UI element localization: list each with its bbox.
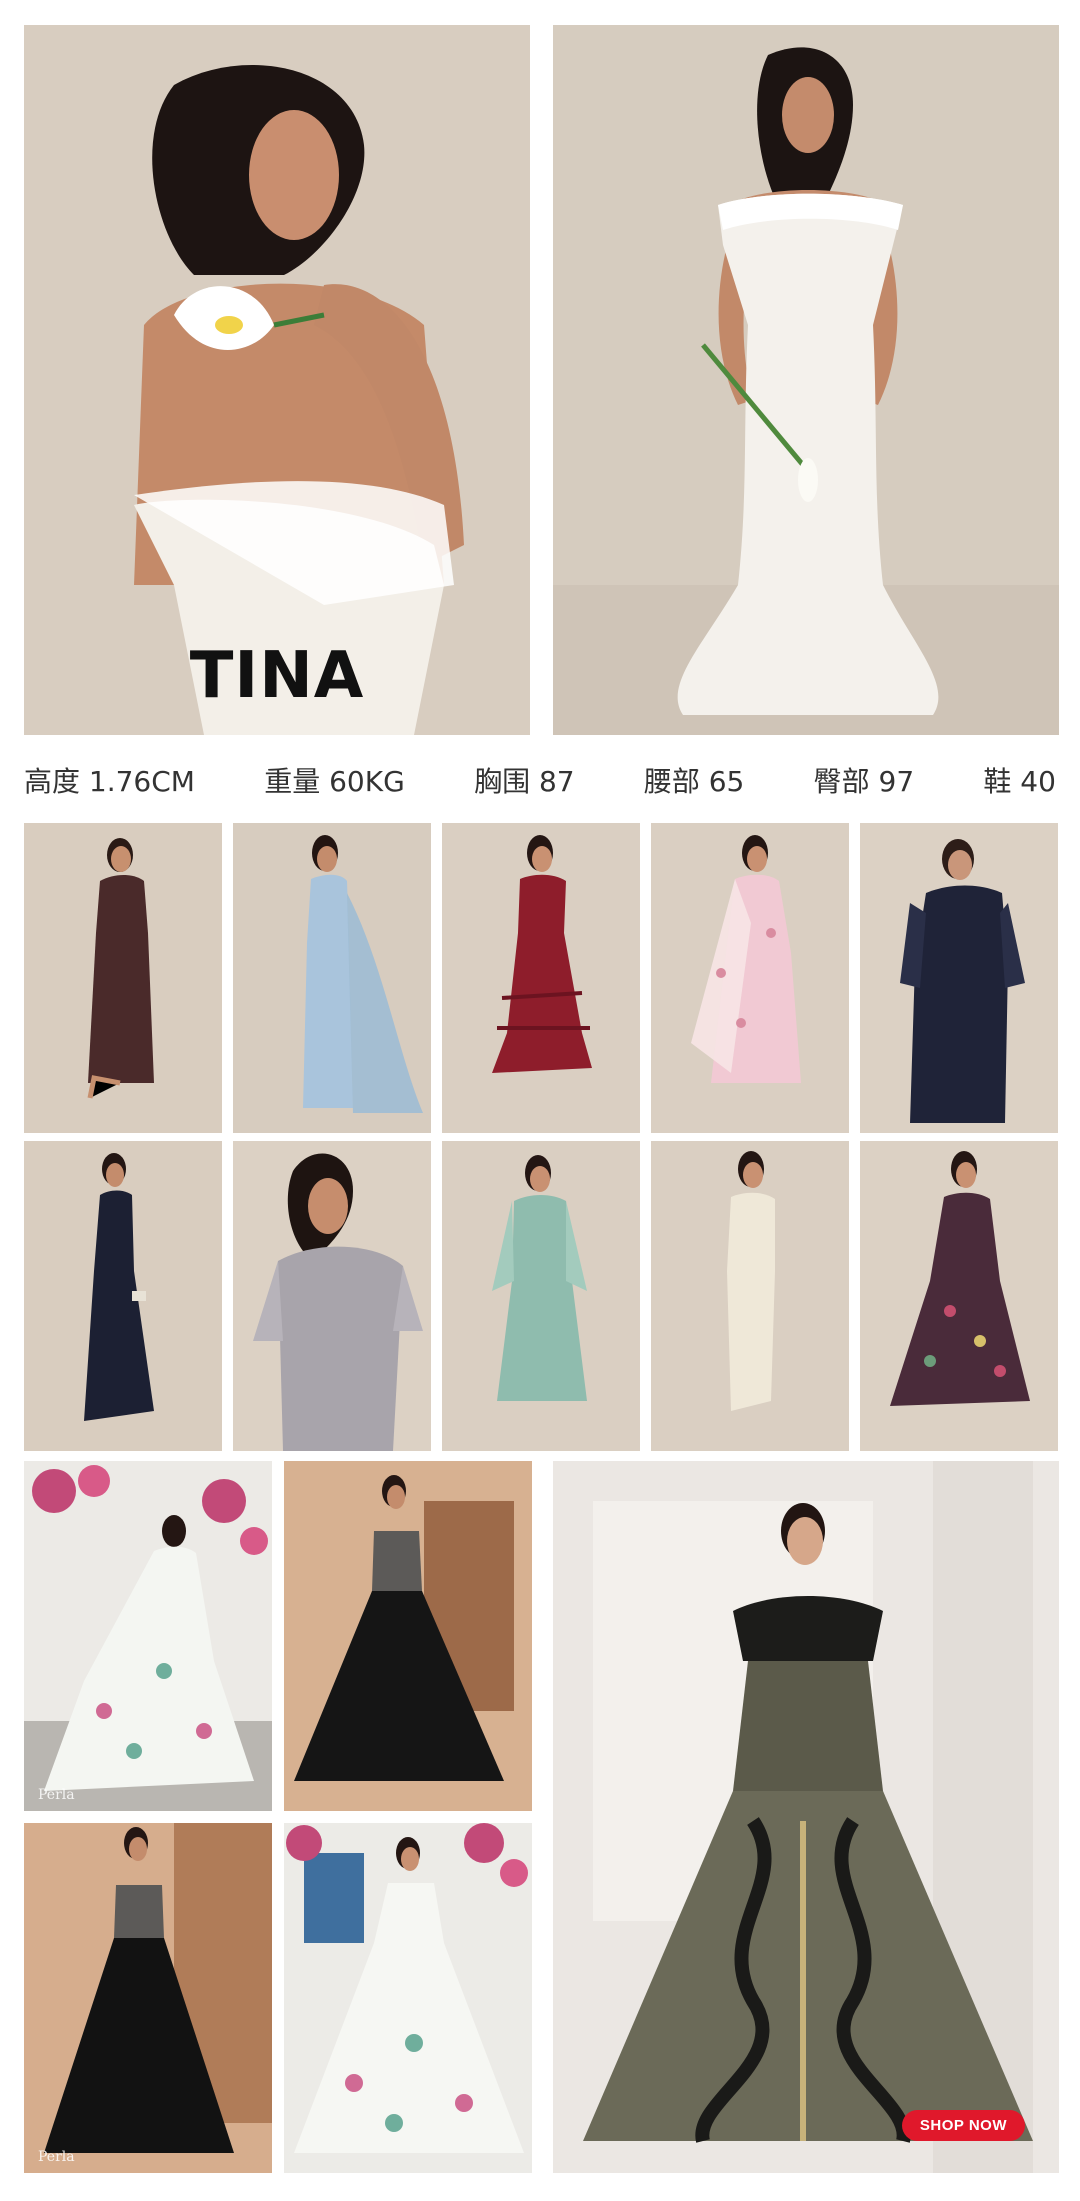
gown-tile-black-strapless[interactable]: Perla <box>24 1823 272 2173</box>
stat-height: 高度 1.76CM <box>24 765 195 798</box>
gown-tile[interactable] <box>442 823 640 1133</box>
stat-waist: 腰部 65 <box>643 765 745 798</box>
gown-tile[interactable] <box>860 1141 1058 1451</box>
gown-tile[interactable] <box>24 823 222 1133</box>
hero-photo-back: TINA <box>24 25 530 735</box>
model-name: TINA <box>189 639 365 713</box>
brand-watermark: Perla <box>38 2149 75 2165</box>
gown-tile-embroidered-feature[interactable]: SHOP NOW <box>553 1461 1059 2173</box>
gown-tile-floral-white[interactable]: Perla <box>24 1461 272 1811</box>
gown-tile[interactable] <box>233 823 431 1133</box>
gown-tile[interactable] <box>233 1141 431 1451</box>
stat-bust: 胸围 87 <box>474 765 575 798</box>
hero-photo-front <box>553 25 1059 735</box>
measurements-row: 高度 1.76CM 重量 60KG 胸围 87 腰部 65 臀部 97 鞋 40 <box>24 752 1056 808</box>
gown-tile-black-beaded[interactable] <box>284 1461 532 1811</box>
gown-tile[interactable] <box>860 823 1058 1133</box>
gown-tile-floral-ballgown[interactable] <box>284 1823 532 2173</box>
stat-weight: 重量 60KG <box>264 765 405 798</box>
gown-tile[interactable] <box>24 1141 222 1451</box>
stat-shoe: 鞋 40 <box>983 765 1056 798</box>
gown-tile[interactable] <box>442 1141 640 1451</box>
stat-hips: 臀部 97 <box>813 765 915 798</box>
gown-tile[interactable] <box>651 823 849 1133</box>
shop-now-button[interactable]: SHOP NOW <box>901 2110 1025 2141</box>
brand-watermark: Perla <box>38 1787 75 1803</box>
gown-tile[interactable] <box>651 1141 849 1451</box>
